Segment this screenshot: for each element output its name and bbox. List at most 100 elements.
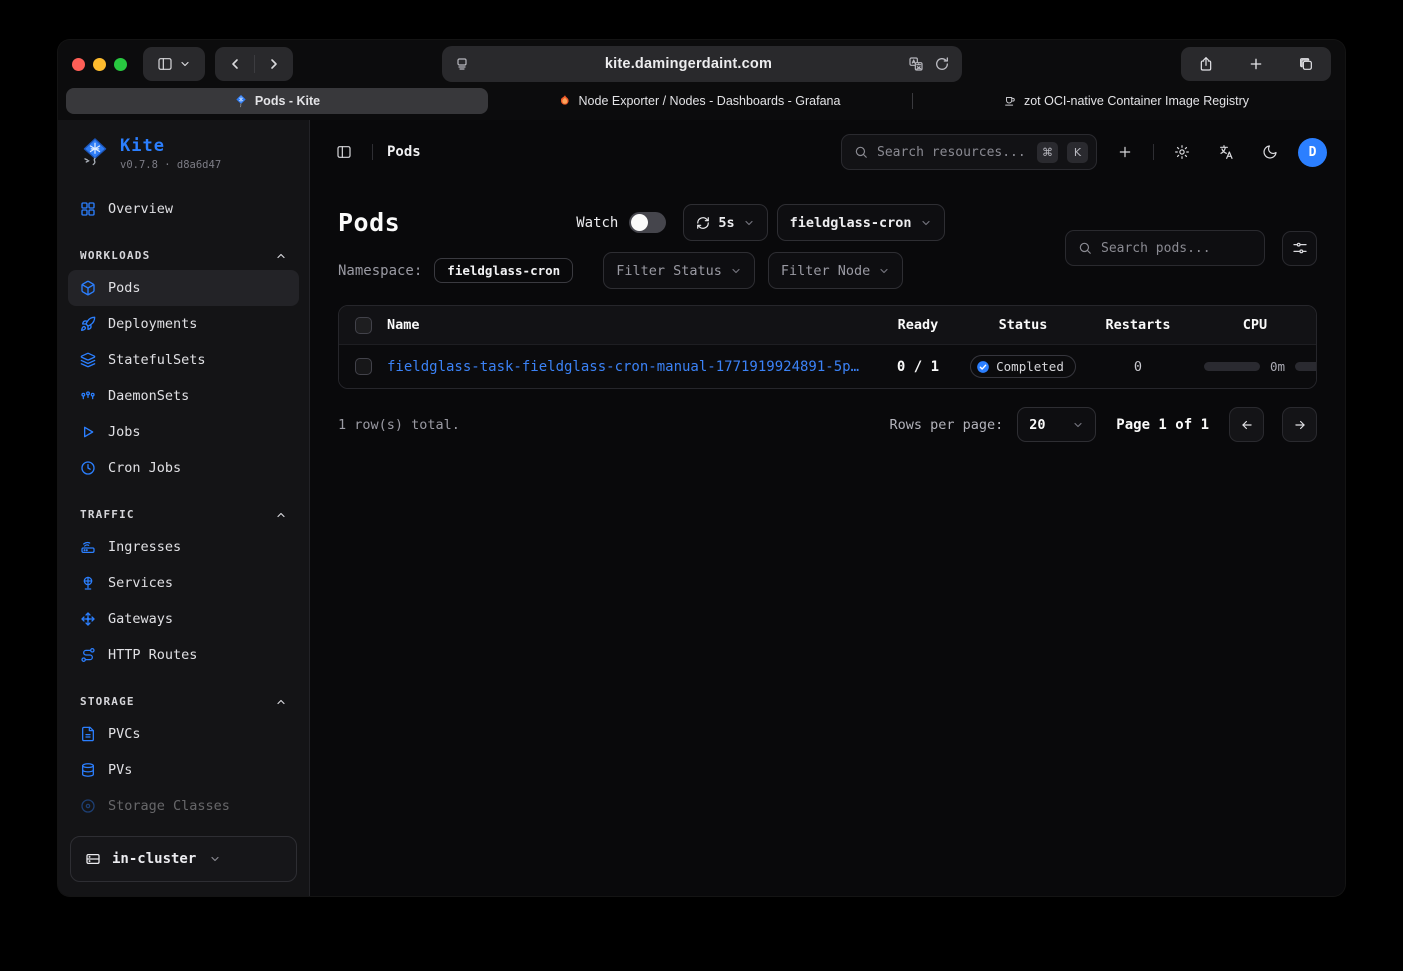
- disc-icon: [80, 798, 96, 814]
- prev-page-button[interactable]: [1229, 407, 1264, 442]
- sidebar-item-services[interactable]: Services: [68, 565, 299, 601]
- breadcrumb: Pods: [387, 144, 421, 160]
- rocket-icon: [80, 316, 96, 332]
- back-button[interactable]: [216, 47, 254, 81]
- clock-icon: [80, 460, 96, 476]
- window-actions: [1181, 47, 1331, 81]
- url-text: kite.damingerdaint.com: [470, 56, 908, 72]
- chevron-down-icon: [730, 265, 742, 277]
- desktop: kite.damingerdaint.com Pods - Kite Node …: [0, 0, 1403, 971]
- database-icon: [80, 762, 96, 778]
- sidebar-item-pvcs[interactable]: PVCs: [68, 716, 299, 752]
- cluster-name: in-cluster: [112, 851, 196, 867]
- pod-name-link[interactable]: fieldglass-task-fieldglass-cron-manual-1…: [387, 359, 864, 375]
- section-traffic[interactable]: TRAFFIC: [68, 508, 299, 521]
- sidebar-item-label: Cron Jobs: [108, 460, 181, 476]
- router-icon: [80, 539, 96, 555]
- sidebar-item-pods[interactable]: Pods: [68, 270, 299, 306]
- chevron-down-icon: [743, 217, 755, 229]
- column-name[interactable]: Name: [387, 317, 872, 333]
- rows-per-page-dropdown[interactable]: 20: [1017, 407, 1096, 442]
- namespace-dropdown[interactable]: fieldglass-cron: [777, 204, 945, 241]
- sidebar-item-gateways[interactable]: Gateways: [68, 601, 299, 637]
- sidebar-item-overview[interactable]: Overview: [68, 191, 299, 227]
- cpu-bar: [1204, 362, 1260, 371]
- sidebar-item-httproutes[interactable]: HTTP Routes: [68, 637, 299, 673]
- refresh-interval-dropdown[interactable]: 5s: [683, 204, 767, 241]
- app-version: v0.7.8 · d8a6d47: [120, 159, 221, 171]
- tab-pods-kite[interactable]: Pods - Kite: [66, 88, 488, 114]
- memory-bar: [1295, 362, 1316, 371]
- avatar[interactable]: D: [1298, 138, 1327, 167]
- route-icon: [80, 647, 96, 663]
- tab-zot[interactable]: zot OCI-native Container Image Registry: [915, 88, 1337, 114]
- column-settings-button[interactable]: [1282, 231, 1317, 266]
- app-sidebar-toggle[interactable]: [328, 136, 360, 168]
- row-checkbox[interactable]: [355, 358, 372, 375]
- filter-status-dropdown[interactable]: Filter Status: [603, 252, 755, 289]
- section-workloads[interactable]: WORKLOADS: [68, 249, 299, 262]
- rows-per-page-label: Rows per page:: [889, 417, 1003, 433]
- watch-label: Watch: [576, 215, 618, 231]
- browser-nav-buttons: [215, 47, 293, 81]
- pods-search[interactable]: [1065, 230, 1265, 266]
- tab-grafana[interactable]: Node Exporter / Nodes - Dashboards - Gra…: [488, 88, 910, 114]
- sidebar-item-statefulsets[interactable]: StatefulSets: [68, 342, 299, 378]
- column-ready[interactable]: Ready: [872, 317, 964, 333]
- address-bar[interactable]: kite.damingerdaint.com: [442, 46, 962, 82]
- global-search[interactable]: ⌘ K: [841, 134, 1097, 170]
- sidebar-item-label: PVCs: [108, 726, 141, 742]
- server-icon: [85, 851, 101, 867]
- zoom-window-button[interactable]: [114, 58, 127, 71]
- share-button[interactable]: [1181, 47, 1231, 81]
- sidebar-item-label: StatefulSets: [108, 352, 206, 368]
- app-logo[interactable]: Kite v0.7.8 · d8a6d47: [58, 120, 309, 183]
- sidebar-item-label: Services: [108, 575, 173, 591]
- translate-icon[interactable]: [908, 56, 924, 72]
- create-resource-button[interactable]: [1109, 136, 1141, 168]
- column-status[interactable]: Status: [964, 317, 1082, 333]
- sidebar-item-ingresses[interactable]: Ingresses: [68, 529, 299, 565]
- section-storage[interactable]: STORAGE: [68, 695, 299, 708]
- restarts-value: 0: [1082, 359, 1194, 375]
- minimize-window-button[interactable]: [93, 58, 106, 71]
- sidebar-item-daemonsets[interactable]: DaemonSets: [68, 378, 299, 414]
- global-search-input[interactable]: [877, 145, 1028, 160]
- sidebar-item-cronjobs[interactable]: Cron Jobs: [68, 450, 299, 486]
- reload-icon[interactable]: [934, 56, 950, 72]
- sidebar-item-jobs[interactable]: Jobs: [68, 414, 299, 450]
- namespace-label: Namespace:: [338, 263, 422, 279]
- users-icon: [80, 388, 96, 404]
- check-circle-icon: [976, 360, 990, 374]
- sidebar-item-label: HTTP Routes: [108, 647, 197, 663]
- settings-button[interactable]: [1166, 136, 1198, 168]
- sidebar-item-storageclasses[interactable]: Storage Classes: [68, 788, 299, 824]
- ready-value: 0 / 1: [872, 359, 964, 375]
- sidebar-item-deployments[interactable]: Deployments: [68, 306, 299, 342]
- filter-node-dropdown[interactable]: Filter Node: [768, 252, 903, 289]
- zot-favicon: [1003, 94, 1017, 108]
- new-tab-button[interactable]: [1231, 47, 1281, 81]
- watch-toggle[interactable]: [629, 212, 666, 233]
- sidebar-item-pvs[interactable]: PVs: [68, 752, 299, 788]
- forward-button[interactable]: [255, 47, 293, 81]
- close-window-button[interactable]: [72, 58, 85, 71]
- sidebar-item-label: Overview: [108, 201, 173, 217]
- theme-toggle-button[interactable]: [1254, 136, 1286, 168]
- tab-overview-button[interactable]: [1281, 47, 1331, 81]
- pods-search-input[interactable]: [1101, 241, 1252, 256]
- cmd-key-badge: ⌘: [1037, 142, 1058, 163]
- pods-table: Name Ready Status Restarts CPU fieldglas…: [338, 305, 1317, 389]
- cluster-selector[interactable]: in-cluster: [70, 836, 297, 882]
- tab-title: zot OCI-native Container Image Registry: [1024, 94, 1249, 108]
- language-button[interactable]: [1210, 136, 1242, 168]
- column-cpu[interactable]: CPU: [1194, 317, 1316, 333]
- tab-title: Pods - Kite: [255, 94, 320, 108]
- column-restarts[interactable]: Restarts: [1082, 317, 1194, 333]
- browser-sidebar-toggle[interactable]: [143, 47, 205, 81]
- reader-icon[interactable]: [454, 56, 470, 72]
- select-all-checkbox[interactable]: [355, 317, 372, 334]
- main-panel: Pods ⌘ K D: [310, 120, 1345, 896]
- next-page-button[interactable]: [1282, 407, 1317, 442]
- tab-title: Node Exporter / Nodes - Dashboards - Gra…: [579, 94, 841, 108]
